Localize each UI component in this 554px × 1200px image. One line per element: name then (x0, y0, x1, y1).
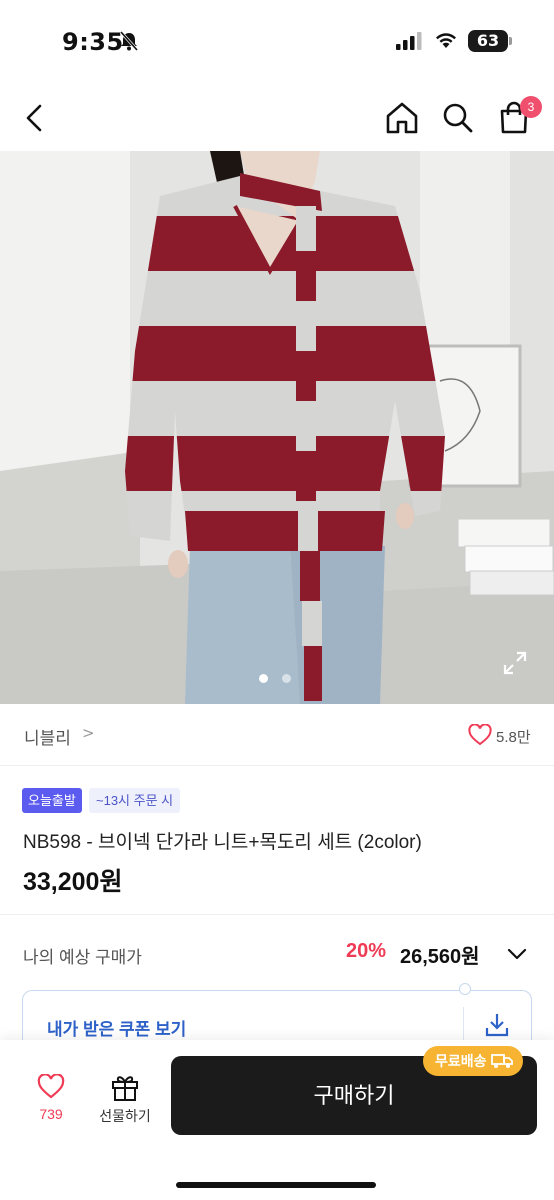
home-indicator (176, 1182, 376, 1188)
back-icon[interactable] (18, 98, 54, 138)
gift-button[interactable]: 선물하기 (90, 1070, 160, 1130)
product-price: 33,200원 (23, 868, 123, 896)
status-bar: 9:35 63 (0, 0, 554, 80)
truck-icon (490, 1053, 513, 1068)
shop-row[interactable]: 니블리 > 5.8만 (0, 704, 554, 766)
estimated-price-label: 나의 예상 구매가 (23, 948, 142, 967)
bottom-action-bar: 739 선물하기 구매하기 무료배송 (0, 1040, 554, 1200)
signal-icon (396, 32, 422, 50)
product-image[interactable] (0, 151, 554, 704)
heart-icon[interactable] (468, 724, 492, 746)
chevron-down-icon[interactable] (506, 944, 528, 964)
product-title: NB598 - 브이넥 단가라 니트+목도리 세트 (2color) (23, 832, 422, 853)
coupon-link[interactable]: 내가 받은 쿠폰 보기 (47, 1015, 186, 1040)
top-nav (0, 90, 554, 146)
divider (0, 914, 554, 915)
gallery-dot[interactable] (282, 674, 291, 683)
gallery-dots (259, 668, 305, 687)
cart-count-badge: 3 (520, 96, 542, 118)
wishlist-button[interactable]: 739 (28, 1070, 74, 1130)
gift-icon (112, 1076, 138, 1101)
bell-off-icon (119, 31, 139, 51)
battery-nub (509, 37, 512, 45)
coupon-separator (463, 1007, 464, 1043)
status-time: 9:35 (62, 28, 124, 56)
home-icon[interactable] (382, 98, 422, 138)
gallery-dot-active[interactable] (259, 674, 268, 683)
product-photo (0, 151, 554, 704)
expand-icon[interactable] (502, 650, 528, 676)
battery-indicator: 63 (468, 30, 508, 52)
today-shipping-badge: 오늘출발 (22, 788, 82, 813)
estimated-discount: 20% (346, 940, 387, 962)
wifi-icon (436, 33, 456, 48)
like-count: 5.8만 (496, 729, 531, 746)
wish-count: 739 (39, 1106, 63, 1122)
shop-chevron: > (82, 724, 95, 742)
gift-label: 선물하기 (99, 1108, 151, 1124)
coupon-notch (459, 983, 471, 995)
free-shipping-label: 무료배송 (435, 1053, 487, 1069)
estimated-price: 26,560원 (400, 946, 480, 968)
shop-name[interactable]: 니블리 (24, 724, 71, 749)
free-shipping-badge: 무료배송 (423, 1046, 523, 1076)
heart-icon (37, 1073, 65, 1099)
search-icon[interactable] (438, 98, 478, 138)
order-cutoff-badge: ~13시 주문 시 (89, 788, 181, 813)
download-icon[interactable] (483, 1011, 511, 1039)
